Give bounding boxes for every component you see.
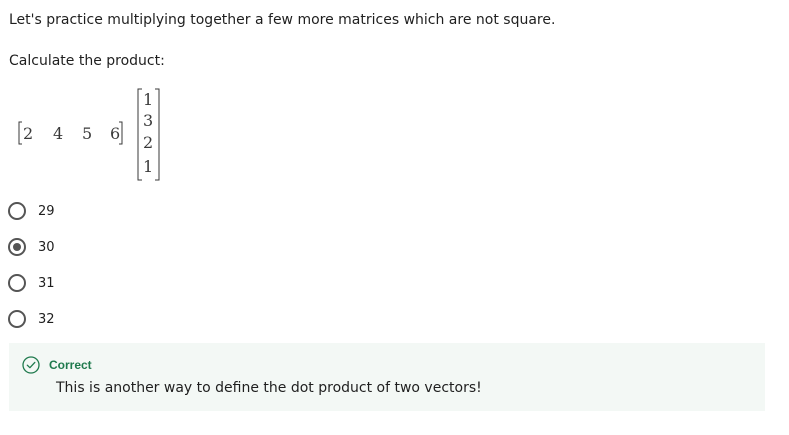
answer-option-label: 29 (38, 204, 55, 219)
check-circle-icon (22, 356, 40, 374)
radio-button[interactable] (8, 202, 26, 220)
answer-option[interactable]: 31 (8, 274, 128, 296)
radio-button[interactable] (8, 274, 26, 292)
feedback-status: Correct (49, 358, 92, 372)
radio-button-checked[interactable] (8, 238, 26, 256)
row-vector-entry: 5 (82, 124, 92, 143)
row-vector-entry: 2 (23, 124, 33, 143)
row-vector-left-bracket (18, 121, 22, 145)
answer-option[interactable]: 29 (8, 202, 128, 224)
column-vector-entry: 1 (143, 157, 153, 176)
column-vector-right-bracket (155, 88, 160, 181)
matrix-product: 2 4 5 6 1 3 2 1 (16, 88, 166, 182)
column-vector-left-bracket (137, 88, 142, 181)
intro-text: Let's practice multiplying together a fe… (9, 12, 556, 28)
feedback-message: This is another way to define the dot pr… (56, 380, 482, 396)
column-vector-entry: 1 (143, 90, 153, 109)
radio-button[interactable] (8, 310, 26, 328)
answer-option-selected[interactable]: 30 (8, 238, 128, 260)
column-vector-entry: 3 (143, 111, 153, 130)
answer-option-label: 32 (38, 312, 55, 327)
column-vector-entry: 2 (143, 133, 153, 152)
row-vector-entry: 6 (110, 124, 120, 143)
question-prompt: Calculate the product: (9, 53, 165, 69)
row-vector-entry: 4 (53, 124, 63, 143)
answer-option-label: 30 (38, 240, 55, 255)
answer-option[interactable]: 32 (8, 310, 128, 332)
answer-option-label: 31 (38, 276, 55, 291)
feedback-panel: Correct This is another way to define th… (9, 343, 765, 411)
